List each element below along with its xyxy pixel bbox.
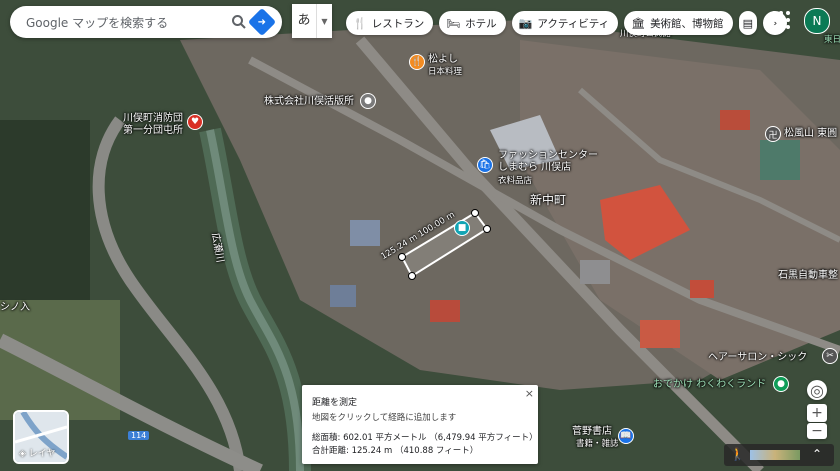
matsuyoshi-sub-label: 日本料理 bbox=[428, 67, 463, 77]
my-location-icon[interactable]: ◎ bbox=[807, 380, 827, 400]
shimamura-sub-label: 衣料品店 bbox=[498, 176, 533, 186]
category-chips: 🍴 レストラン 🛏 ホテル 📷 アクティビティ 🏛 美術館、博物館 ▤ › bbox=[346, 11, 787, 35]
shimamura-label[interactable]: ファッションセンター しまむら 川俣店 bbox=[498, 150, 598, 174]
chip-activity[interactable]: 📷 アクティビティ bbox=[511, 11, 619, 35]
matsukazeyama-label[interactable]: 松風山 東圓 bbox=[784, 128, 837, 140]
chevron-down-icon[interactable]: ▼ bbox=[317, 17, 332, 26]
salon-pin-icon[interactable]: ✂ bbox=[822, 348, 838, 364]
input-mode-selector[interactable]: あ ▼ bbox=[292, 4, 332, 38]
restaurant-icon: 🍴 bbox=[353, 16, 367, 30]
input-mode-current[interactable]: あ bbox=[292, 4, 317, 38]
search-input[interactable]: Google マップを検索する bbox=[26, 14, 226, 31]
chip-museum[interactable]: 🏛 美術館、博物館 bbox=[624, 11, 733, 35]
kanno-sub-label: 書籍・雑誌 bbox=[576, 439, 619, 449]
layers-label: ◈ レイヤ bbox=[19, 446, 56, 459]
chip-partial[interactable]: ▤ bbox=[738, 11, 757, 35]
store-pin-icon[interactable]: ■ bbox=[454, 220, 470, 236]
ishiguro-label[interactable]: 石黒自動車整 bbox=[778, 270, 838, 282]
matsuyoshi-label[interactable]: 松よし bbox=[428, 54, 458, 66]
shinnaka-label: 新中町 bbox=[530, 193, 567, 207]
total-distance: 合計距離: 125.24 m （410.88 フィート） bbox=[312, 446, 479, 456]
close-icon[interactable]: × bbox=[525, 387, 534, 400]
chip-label: レストラン bbox=[371, 17, 425, 30]
measure-distance-panel: 距離を測定 × 地図をクリックして経路に追加します 総面積: 602.01 平方… bbox=[302, 385, 538, 464]
shopping-pin-icon[interactable]: 🛍 bbox=[477, 157, 493, 173]
park-pin-icon[interactable]: ● bbox=[773, 376, 789, 392]
imagery-thumbnails[interactable] bbox=[750, 450, 800, 460]
apps-grid-icon[interactable] bbox=[771, 10, 791, 30]
chip-label: ホテル bbox=[465, 17, 497, 30]
place-pin-icon[interactable]: ● bbox=[360, 93, 376, 109]
restaurant-pin-icon[interactable]: 🍴 bbox=[409, 54, 425, 70]
kanno-label[interactable]: 菅野書店 bbox=[572, 426, 612, 438]
panel-title: 距離を測定 bbox=[312, 398, 358, 408]
panel-hint: 地図をクリックして経路に追加します bbox=[312, 413, 457, 423]
hotel-icon: 🛏 bbox=[446, 16, 461, 30]
search-box[interactable]: Google マップを検索する ➜ bbox=[10, 6, 282, 38]
account-avatar[interactable]: N bbox=[804, 8, 830, 34]
bottom-toolbar: 🚶 ⌃ bbox=[724, 444, 834, 466]
shinoiri-label: シノ入 bbox=[0, 302, 30, 313]
temple-pin-icon[interactable]: 卍 bbox=[765, 126, 781, 142]
top-right-label: 東日 bbox=[824, 35, 840, 45]
layers-button[interactable]: ◈ レイヤ bbox=[13, 410, 69, 464]
expand-up-icon[interactable]: ⌃ bbox=[812, 447, 822, 461]
museum-icon: 🏛 bbox=[631, 16, 646, 30]
kawamata-sales-label[interactable]: 株式会社川俣活版所 bbox=[264, 96, 354, 108]
fire-station-label[interactable]: 川俣町消防団 第一分団屯所 bbox=[123, 113, 183, 137]
directions-icon[interactable]: ➜ bbox=[247, 7, 277, 37]
pegman-icon[interactable]: 🚶 bbox=[730, 447, 745, 461]
chip-label: 美術館、博物館 bbox=[650, 17, 724, 30]
chip-restaurant[interactable]: 🍴 レストラン bbox=[346, 11, 434, 35]
zoom-in-button[interactable]: + bbox=[807, 404, 827, 422]
camera-icon: 📷 bbox=[518, 16, 533, 30]
chip-hotel[interactable]: 🛏 ホテル bbox=[439, 11, 506, 35]
hair-salon-label[interactable]: ヘアーサロン・シック bbox=[708, 352, 807, 364]
more-category-icon: ▤ bbox=[742, 16, 753, 30]
chip-label: アクティビティ bbox=[537, 17, 610, 30]
wakuwaku-label[interactable]: おでかけ わくわくランド bbox=[653, 379, 766, 391]
layers-text: レイヤ bbox=[28, 449, 56, 459]
layers-icon: ◈ bbox=[19, 449, 26, 459]
zoom-out-button[interactable]: − bbox=[807, 423, 827, 439]
bookstore-pin-icon[interactable]: 📖 bbox=[618, 428, 634, 444]
heart-pin-icon[interactable]: ♥ bbox=[187, 114, 203, 130]
route-shield: 114 bbox=[128, 431, 150, 440]
total-area: 総面積: 602.01 平方メートル （6,479.94 平方フィート） bbox=[312, 433, 538, 443]
